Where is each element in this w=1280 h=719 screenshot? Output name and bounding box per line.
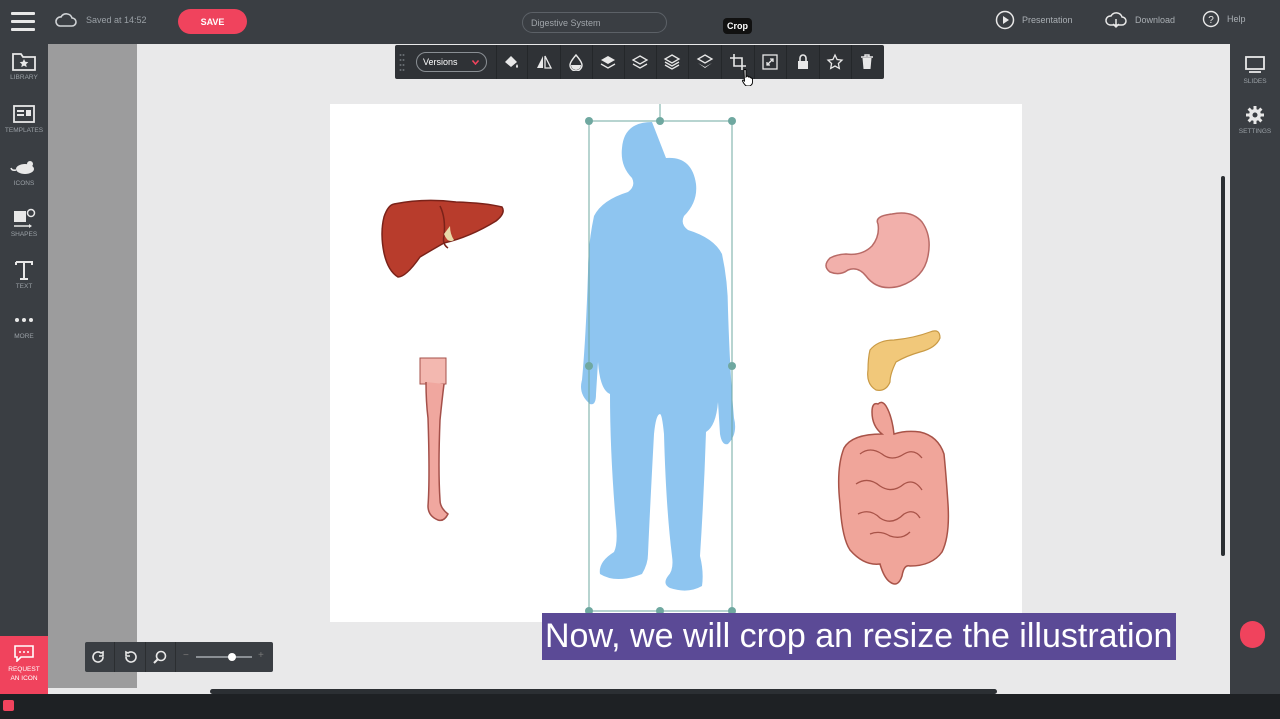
bottom-bar: [0, 694, 1280, 719]
undo-icon[interactable]: [122, 649, 138, 665]
download-label: Download: [1135, 15, 1176, 25]
crop-tooltip: Crop: [723, 18, 752, 34]
zoom-search-icon[interactable]: [152, 649, 168, 665]
lock-icon[interactable]: [791, 50, 815, 74]
sidebar-item-templates[interactable]: TEMPLATES: [0, 101, 48, 134]
slides-button[interactable]: SLIDES: [1230, 52, 1280, 85]
cloud-download-icon: [1105, 12, 1127, 29]
left-sidebar: LIBRARY TEMPLATES ICONS SHAPES TEXT MORE: [0, 44, 48, 694]
chat-icon: [14, 645, 34, 663]
resize-icon[interactable]: [758, 50, 782, 74]
cloud-icon: [55, 13, 77, 27]
right-sidebar: SLIDES SETTINGS: [1230, 44, 1280, 694]
hand-cursor-icon: [742, 69, 753, 86]
help-button[interactable]: ? Help: [1202, 10, 1246, 28]
help-label: Help: [1227, 14, 1246, 24]
stomach-illustration[interactable]: [825, 212, 930, 289]
zoom-controls: − +: [85, 642, 273, 672]
sidebar-item-shapes[interactable]: SHAPES: [0, 205, 48, 238]
pancreas-illustration[interactable]: [867, 330, 941, 391]
favorite-star-icon[interactable]: [823, 50, 847, 74]
top-bar: Saved at 14:52 SAVE Digestive System Pre…: [0, 0, 1280, 44]
zoom-slider-track[interactable]: [196, 656, 252, 658]
resize-handle[interactable]: [728, 117, 736, 125]
liver-illustration[interactable]: [381, 199, 504, 278]
resize-handle[interactable]: [656, 117, 664, 125]
zoom-in-icon[interactable]: +: [258, 650, 264, 661]
saved-text: Saved at 14:52: [86, 15, 147, 25]
sidebar-item-label: ICONS: [13, 180, 35, 187]
download-button[interactable]: Download: [1104, 10, 1175, 30]
workspace-margin: [48, 44, 137, 688]
request-label-line2: AN ICON: [10, 675, 38, 682]
send-to-back-icon[interactable]: [693, 50, 717, 74]
save-status: Saved at 14:52: [54, 10, 147, 30]
send-backward-icon[interactable]: [660, 50, 684, 74]
request-icon-button[interactable]: REQUEST AN ICON: [0, 636, 48, 694]
gear-icon: [1246, 106, 1264, 124]
sidebar-item-label: TEXT: [15, 283, 33, 290]
help-icon: ?: [1202, 10, 1220, 28]
settings-label: SETTINGS: [1238, 128, 1272, 135]
folder-star-icon: [12, 53, 36, 71]
app-logo-icon: [3, 700, 14, 711]
save-button[interactable]: SAVE: [178, 9, 247, 34]
video-caption: Now, we will crop an resize the illustra…: [542, 613, 1177, 660]
sidebar-item-label: TEMPLATES: [4, 127, 44, 134]
sidebar-item-label: LIBRARY: [10, 74, 38, 81]
esophagus-illustration[interactable]: [419, 357, 449, 522]
document-title-input[interactable]: Digestive System: [522, 12, 667, 33]
element-toolbar: Versions: [395, 45, 884, 79]
bring-to-front-icon[interactable]: [596, 50, 620, 74]
chevron-down-icon: [472, 60, 479, 65]
vertical-scrollbar[interactable]: [1221, 176, 1225, 556]
resize-handle[interactable]: [728, 362, 736, 370]
slides-icon: [1245, 56, 1265, 73]
redo-icon[interactable]: [91, 649, 107, 665]
opacity-icon[interactable]: [564, 50, 588, 74]
play-icon: [995, 10, 1015, 30]
template-icon: [13, 105, 35, 123]
slide-canvas[interactable]: [330, 88, 1022, 622]
resize-handle[interactable]: [585, 117, 593, 125]
bring-forward-icon[interactable]: [628, 50, 652, 74]
mouse-icon: [10, 161, 34, 174]
resize-handle[interactable]: [585, 362, 593, 370]
more-icon: [15, 318, 33, 322]
settings-button[interactable]: SETTINGS: [1230, 102, 1280, 135]
text-icon: [15, 261, 33, 280]
presentation-label: Presentation: [1022, 15, 1073, 25]
person-silhouette-illustration[interactable]: [581, 122, 736, 591]
sidebar-item-text[interactable]: TEXT: [0, 257, 48, 290]
sidebar-item-more[interactable]: MORE: [0, 307, 48, 340]
zoom-out-icon[interactable]: −: [183, 650, 189, 661]
drag-handle-icon[interactable]: [399, 53, 405, 71]
delete-icon[interactable]: [855, 50, 879, 74]
fill-color-icon[interactable]: [499, 50, 523, 74]
slides-label: SLIDES: [1243, 78, 1267, 85]
shapes-icon: [14, 208, 36, 228]
sidebar-item-library[interactable]: LIBRARY: [0, 48, 48, 81]
sidebar-item-icons[interactable]: ICONS: [0, 154, 48, 187]
chat-bubble-icon[interactable]: [1240, 621, 1265, 648]
menu-icon[interactable]: [11, 12, 35, 32]
versions-label: Versions: [423, 57, 458, 67]
flip-icon[interactable]: [532, 50, 556, 74]
intestines-illustration[interactable]: [837, 401, 950, 585]
canvas-illustrations: [381, 88, 950, 615]
versions-dropdown[interactable]: Versions: [416, 52, 487, 72]
sidebar-item-label: SHAPES: [10, 231, 38, 238]
svg-text:?: ?: [1208, 15, 1214, 26]
request-label-line1: REQUEST: [8, 666, 40, 673]
presentation-button[interactable]: Presentation: [995, 10, 1073, 30]
zoom-slider-handle[interactable]: [228, 653, 236, 661]
sidebar-item-label: MORE: [14, 333, 34, 340]
